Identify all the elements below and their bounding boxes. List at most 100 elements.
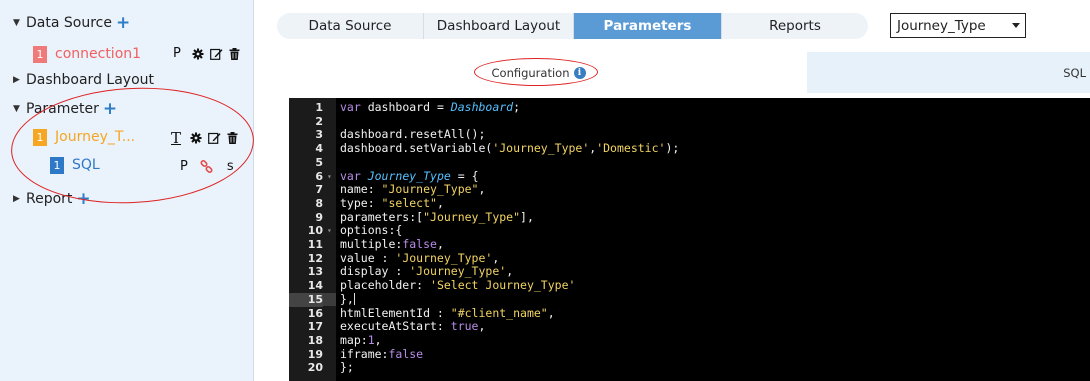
caret-right-icon[interactable]: ▶ [13,75,21,85]
line-number: 8 [315,196,323,210]
code-line[interactable]: 4 dashboard.setVariable('Journey_Type','D… [289,141,1090,156]
edit-icon[interactable] [209,48,223,60]
sql-index-badge: 1 [50,156,64,174]
code-line[interactable]: 1 var dashboard = Dashboard; [289,100,1090,115]
code-editor[interactable]: 1 var dashboard = Dashboard; 2 3 dashboard.r… [289,98,1090,381]
gear-icon[interactable] [190,132,202,144]
line-number: 9 [315,210,323,224]
code-text: dashboard.resetAll(); [340,127,486,142]
text-type-icon[interactable]: T [171,129,181,147]
sql-flag-s[interactable]: s [227,159,234,174]
report-label: Report [26,191,73,207]
code-text: }; [340,360,354,375]
code-line[interactable]: 7 name: "Journey_Type", [289,182,1090,197]
line-number: 19 [307,347,323,361]
code-text: var dashboard = Dashboard; [340,100,521,114]
code-text: value : 'Journey_Type', [340,250,500,265]
add-parameter-icon[interactable]: + [103,101,117,118]
connection-name[interactable]: connection1 [55,46,141,62]
tree-dashboard-layout[interactable]: ▶ Dashboard Layout [13,71,154,89]
code-line[interactable]: 17 executeAtStart: true, [289,319,1090,334]
tree-parameter[interactable]: ▼ Parameter + [13,100,117,118]
data-source-label: Data Source [26,15,112,31]
code-text: parameters:["Journey_Type"], [340,209,534,224]
code-text: display : 'Journey_Type', [340,264,514,279]
code-line[interactable]: 10 ▾ options:{ [289,223,1090,238]
connection-node[interactable]: 1 connection1 [33,45,141,63]
code-line[interactable]: 8 type: "select", [289,195,1090,211]
tab-data-source[interactable]: Data Source [277,13,424,39]
trash-icon[interactable] [229,47,240,60]
code-line[interactable]: 9 parameters:["Journey_Type"], [289,209,1090,225]
chevron-down-icon [1012,23,1020,28]
configuration-label: Configuration [491,65,570,80]
code-line[interactable]: 14 placeholder: 'Select Journey_Type' [289,278,1090,293]
connection-flag-p[interactable]: P [173,46,181,61]
parameter-select-value: Journey_Type [897,17,986,34]
sidebar: ▼ Data Source + 1 connection1 P ▶ Dashbo… [0,0,257,381]
line-number: 16 [307,306,323,320]
code-text: name: "Journey_Type", [340,182,486,197]
sub-tabs: Configuration i SQL [270,52,1090,93]
journey-index-badge: 1 [33,128,47,146]
sql-node[interactable]: 1 SQL [50,156,100,174]
caret-right-icon[interactable]: ▶ [13,194,21,204]
parameter-label: Parameter [26,101,99,117]
add-report-icon[interactable]: + [76,191,90,208]
tab-parameters[interactable]: Parameters [574,13,722,39]
code-line[interactable]: 12 value : 'Journey_Type', [289,250,1090,266]
code-text: dashboard.setVariable('Journey_Type','Do… [340,141,680,156]
connection-actions: P [173,46,246,61]
code-text: htmlElementId : "#client_name", [340,305,555,320]
line-number: 15 [289,292,323,307]
fold-caret-icon[interactable]: ▾ [327,224,332,238]
line-number: 4 [315,142,323,156]
caret-down-icon[interactable]: ▼ [13,18,21,28]
info-icon[interactable]: i [573,66,586,79]
journey-type-node[interactable]: 1 Journey_T... [33,128,135,146]
fold-caret-icon[interactable]: ▾ [327,170,332,184]
code-line[interactable]: 15}, [289,291,1090,307]
code-text: }, [340,291,355,306]
code-line[interactable]: 16 htmlElementId : "#client_name", [289,305,1090,321]
subtab-configuration[interactable]: Configuration i [270,52,807,93]
code-line[interactable]: 13 display : 'Journey_Type', [289,265,1090,279]
sql-actions: P s [180,159,240,174]
dashboard-layout-label: Dashboard Layout [26,72,154,88]
sql-tab-label: SQL [1063,65,1086,80]
connection-index-badge: 1 [33,45,47,63]
edit-icon[interactable] [208,132,221,144]
trash-icon[interactable] [227,132,238,144]
code-text: options:{ [340,223,403,238]
code-line[interactable]: 19 iframe:false [289,347,1090,362]
line-number: 6 [315,169,323,183]
tree-report[interactable]: ▶ Report + [13,190,91,208]
line-number: 10 [307,224,323,238]
main-tabs: Data Source Dashboard Layout Parameters … [277,13,868,39]
sql-name[interactable]: SQL [72,157,100,173]
code-text: var Journey_Type = { [340,168,479,183]
parameter-select[interactable]: Journey_Type [890,13,1026,38]
line-number: 11 [307,238,323,251]
link-icon[interactable] [200,160,213,173]
code-line[interactable]: 5 [289,156,1090,170]
code-text: type: "select", [340,195,444,210]
code-line[interactable]: 11 multiple:false, [289,237,1090,252]
caret-down-icon[interactable]: ▼ [13,104,21,114]
code-line[interactable]: 20}; [289,360,1090,375]
subtab-sql[interactable]: SQL [807,52,1090,93]
add-data-source-icon[interactable]: + [116,15,130,32]
gear-icon[interactable] [192,48,204,60]
tab-reports[interactable]: Reports [722,13,868,39]
tree-data-source[interactable]: ▼ Data Source + [13,14,130,32]
code-line[interactable]: 6 ▾ var Journey_Type = { [289,168,1090,184]
code-line[interactable]: 18 map:1, [289,333,1090,348]
line-number: 2 [315,114,323,128]
sql-flag-p[interactable]: P [180,159,188,174]
journey-type-name[interactable]: Journey_T... [55,129,135,145]
code-line[interactable]: 3 dashboard.resetAll(); [289,128,1090,142]
tab-dashboard-layout[interactable]: Dashboard Layout [424,13,574,39]
line-number: 3 [315,128,323,142]
code-line[interactable]: 2 [289,115,1090,129]
line-number: 12 [307,251,323,265]
